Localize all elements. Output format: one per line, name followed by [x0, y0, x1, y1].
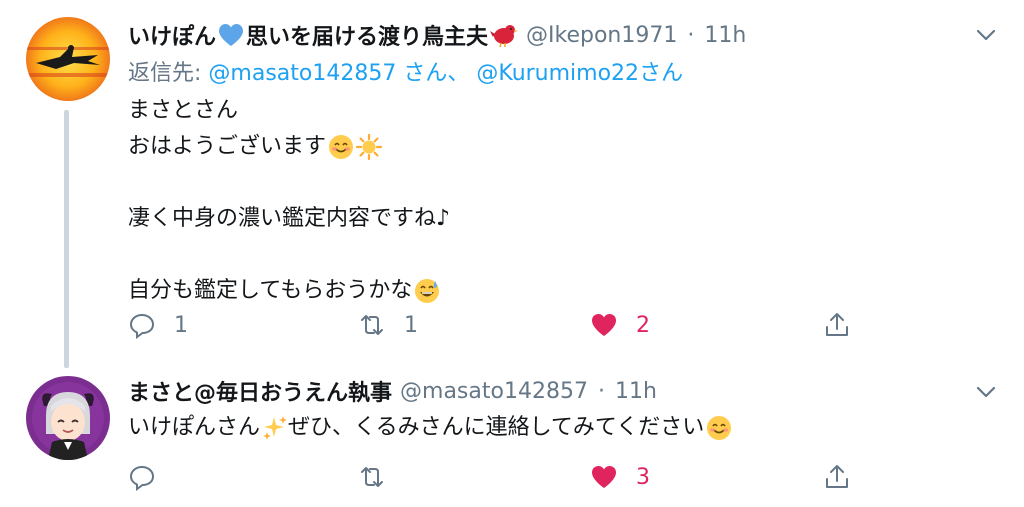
- like-button[interactable]: 2: [590, 305, 650, 345]
- sun-emoji-icon: [356, 134, 383, 160]
- tweet-text: まさとさん おはようございます 凄く中身の濃い鑑定内容ですね♪ 自分も鑑定しても…: [128, 93, 450, 309]
- display-name[interactable]: いけぽん 思いを届ける渡り鳥主夫: [128, 19, 519, 51]
- retweet-button[interactable]: [358, 457, 404, 497]
- retweet-button[interactable]: 1: [358, 305, 418, 345]
- reply-to-suffix-1: さん、: [396, 61, 470, 86]
- mention-kurumimo[interactable]: @Kurumimo22: [476, 61, 639, 86]
- tweet-line: いけぽんさん: [128, 415, 261, 440]
- thread-line: [64, 110, 69, 368]
- share-button[interactable]: [823, 457, 851, 497]
- mention-masato[interactable]: @masato142857: [208, 61, 396, 86]
- sunset-goose-avatar-icon: [26, 17, 110, 101]
- smile-emoji-icon: [329, 135, 354, 159]
- tweet-line: ぜひ、くるみさんに連絡してみてください: [288, 415, 705, 440]
- reply-icon: [129, 465, 155, 491]
- reply-icon: [129, 313, 155, 339]
- reply-count: 1: [174, 312, 188, 338]
- tweet-2[interactable]: まさと@毎日おうえん執事 @masato142857 · 11h いけぽんさん …: [0, 368, 1024, 507]
- reply-to-prefix: 返信先:: [128, 61, 202, 86]
- retweet-icon: [361, 315, 383, 335]
- reply-button[interactable]: 1: [128, 305, 188, 345]
- user-handle[interactable]: @masato142857: [400, 379, 588, 404]
- tweet-1[interactable]: いけぽん 思いを届ける渡り鳥主夫 @Ikepon1971 · 11h 返信先: …: [0, 0, 1024, 368]
- tweet-line: 自分も鑑定してもらおうかな: [128, 278, 413, 303]
- chevron-down-icon[interactable]: [972, 378, 1000, 406]
- timestamp[interactable]: 11h: [704, 23, 746, 48]
- like-count: 3: [636, 464, 650, 490]
- reply-to-suffix-2: さん: [639, 61, 684, 86]
- share-icon: [826, 465, 848, 488]
- heart-filled-icon: [592, 314, 616, 336]
- user-handle[interactable]: @Ikepon1971: [526, 23, 677, 48]
- red-bird-icon: [490, 25, 519, 48]
- blue-heart-icon: [219, 24, 244, 46]
- tweet-line: まさとさん: [128, 98, 239, 123]
- display-name[interactable]: まさと@毎日おうえん執事: [128, 375, 392, 407]
- like-button[interactable]: 3: [590, 457, 650, 497]
- separator-dot: ·: [597, 378, 605, 404]
- action-bar: 3: [128, 457, 858, 497]
- like-count: 2: [636, 312, 650, 338]
- avatar-masato[interactable]: [26, 376, 110, 460]
- timestamp[interactable]: 11h: [615, 379, 657, 404]
- tweet-header: まさと@毎日おうえん執事 @masato142857 · 11h: [128, 374, 657, 408]
- tweet-line: おはようございます: [128, 134, 327, 159]
- avatar-ikepon[interactable]: [26, 17, 110, 101]
- action-bar: 1 1 2: [128, 305, 858, 345]
- retweet-icon: [361, 467, 383, 487]
- tweet-line: 凄く中身の濃い鑑定内容ですね♪: [128, 206, 451, 231]
- sparkles-emoji-icon: [263, 416, 288, 440]
- reply-button[interactable]: [128, 457, 174, 497]
- tweet-header: いけぽん 思いを届ける渡り鳥主夫 @Ikepon1971 · 11h: [128, 18, 746, 52]
- reply-to-line: 返信先: @masato142857 さん、 @Kurumimo22さん: [128, 58, 683, 90]
- share-icon: [826, 313, 848, 336]
- butler-character-avatar-icon: [26, 376, 110, 460]
- share-button[interactable]: [823, 305, 851, 345]
- separator-dot: ·: [687, 22, 695, 48]
- heart-filled-icon: [592, 466, 616, 488]
- smile-emoji-icon: [707, 416, 732, 440]
- retweet-count: 1: [404, 312, 418, 338]
- sweat-smile-emoji-icon: [415, 279, 440, 303]
- tweet-text: いけぽんさん ぜひ、くるみさんに連絡してみてください: [128, 410, 732, 446]
- chevron-down-icon[interactable]: [972, 21, 1000, 49]
